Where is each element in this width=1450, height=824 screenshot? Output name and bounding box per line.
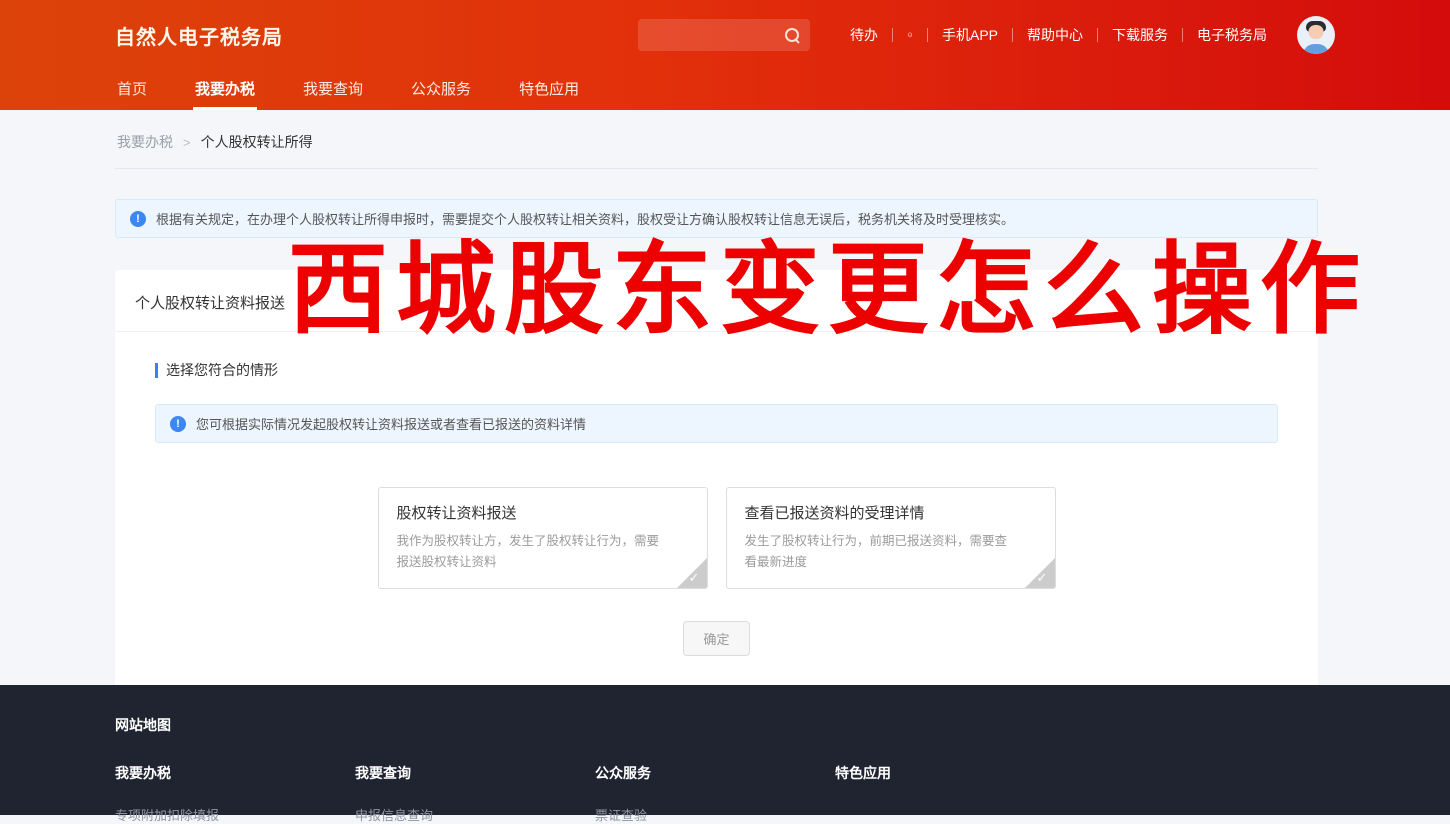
nav-tab-home[interactable]: 首页 — [115, 70, 149, 110]
section-accent-bar — [155, 363, 158, 378]
header-search-box[interactable] — [638, 19, 810, 51]
site-logo: 自然人电子税务局 — [115, 21, 283, 50]
etax-bureau-link[interactable]: 电子税务局 — [1183, 25, 1281, 45]
breadcrumb-parent[interactable]: 我要办税 — [117, 132, 173, 152]
notice-text: 根据有关规定，在办理个人股权转让所得申报时，需要提交个人股权转让相关资料，股权受… — [156, 209, 1014, 228]
nav-tab-featured-apps[interactable]: 特色应用 — [517, 70, 581, 110]
section-label: 选择您符合的情形 — [155, 360, 1278, 380]
todo-link[interactable]: 待办 — [836, 25, 892, 45]
breadcrumb-separator-icon: > — [183, 135, 191, 150]
download-service-link[interactable]: 下载服务 — [1098, 25, 1182, 45]
option-view-progress[interactable]: 查看已报送资料的受理详情 发生了股权转让行为，前期已报送资料，需要查看最新进度 … — [726, 487, 1056, 589]
avatar-face — [1309, 25, 1324, 39]
section-label-text: 选择您符合的情形 — [166, 360, 278, 380]
hint-banner: ! 您可根据实际情况发起股权转让资料报送或者查看已报送的资料详情 — [155, 404, 1278, 443]
footer-col-title: 公众服务 — [595, 763, 835, 783]
footer-col-title: 我要办税 — [115, 763, 355, 783]
notification-bell-icon[interactable] — [893, 26, 927, 44]
option-submit-materials[interactable]: 股权转让资料报送 我作为股权转让方，发生了股权转让行为，需要报送股权转让资料 ✓ — [378, 487, 708, 589]
option-cards: 股权转让资料报送 我作为股权转让方，发生了股权转让行为，需要报送股权转让资料 ✓… — [155, 487, 1278, 589]
avatar-shirt — [1303, 44, 1330, 54]
hint-text: 您可根据实际情况发起股权转让资料报送或者查看已报送的资料详情 — [196, 414, 586, 433]
user-avatar[interactable] — [1297, 16, 1335, 54]
option-desc: 我作为股权转让方，发生了股权转让行为，需要报送股权转让资料 — [397, 531, 689, 574]
search-icon[interactable] — [784, 27, 800, 43]
nav-tab-query[interactable]: 我要查询 — [301, 70, 365, 110]
card-title: 个人股权转让资料报送 — [115, 270, 1318, 331]
corner-check-icon: ✓ — [1025, 558, 1055, 588]
option-title: 股权转让资料报送 — [397, 502, 689, 523]
option-title: 查看已报送资料的受理详情 — [745, 502, 1037, 523]
app-header: 自然人电子税务局 待办 手机APP 帮助中心 下载服务 电子税务局 — [0, 0, 1450, 110]
breadcrumb-current: 个人股权转让所得 — [201, 132, 313, 152]
corner-check-icon: ✓ — [677, 558, 707, 588]
info-icon: ! — [170, 416, 186, 432]
confirm-button[interactable]: 确定 — [683, 621, 749, 656]
main-content: 我要办税 > 个人股权转让所得 ! 根据有关规定，在办理个人股权转让所得申报时，… — [0, 110, 1450, 696]
nav-tab-public-service[interactable]: 公众服务 — [409, 70, 473, 110]
sitemap-title: 网站地图 — [115, 715, 1450, 735]
divider — [115, 331, 1318, 332]
page-footer: 网站地图 我要办税 专项附加扣除填报 我要查询 申报信息查询 公众服务 票证查验… — [0, 685, 1450, 815]
main-nav: 首页 我要办税 我要查询 公众服务 特色应用 — [115, 70, 1335, 110]
footer-col-title: 我要查询 — [355, 763, 595, 783]
search-input[interactable] — [648, 28, 784, 43]
info-icon: ! — [130, 211, 146, 227]
breadcrumb: 我要办税 > 个人股权转让所得 — [117, 132, 1316, 152]
mobile-app-link[interactable]: 手机APP — [928, 25, 1012, 45]
footer-col-title: 特色应用 — [835, 763, 1075, 783]
breadcrumb-strip: 我要办税 > 个人股权转让所得 — [115, 110, 1318, 169]
equity-transfer-card: 个人股权转让资料报送 选择您符合的情形 ! 您可根据实际情况发起股权转让资料报送… — [115, 270, 1318, 696]
option-desc: 发生了股权转让行为，前期已报送资料，需要查看最新进度 — [745, 531, 1037, 574]
help-center-link[interactable]: 帮助中心 — [1013, 25, 1097, 45]
nav-tab-tax-handling[interactable]: 我要办税 — [193, 70, 257, 110]
notice-banner: ! 根据有关规定，在办理个人股权转让所得申报时，需要提交个人股权转让相关资料，股… — [115, 199, 1318, 238]
